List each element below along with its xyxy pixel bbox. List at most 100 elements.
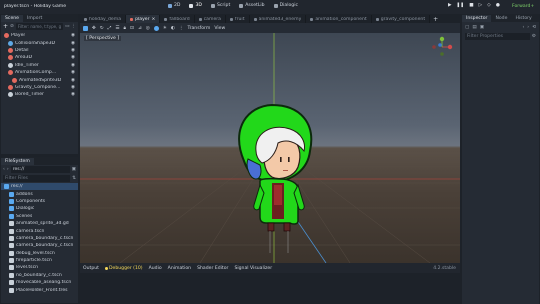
new-scene-tab-icon[interactable]: + <box>433 16 438 23</box>
play-icon[interactable]: ▶ <box>448 3 452 8</box>
forward-icon[interactable]: › <box>7 167 9 172</box>
scene-node[interactable]: Area3D ◉ <box>1 54 78 61</box>
select-tool-icon[interactable] <box>83 25 88 31</box>
transform-menu[interactable]: Transform <box>187 26 210 31</box>
visibility-icon[interactable]: ◉ <box>71 41 75 46</box>
tab-history[interactable]: History <box>511 15 535 22</box>
visibility-icon[interactable]: ◉ <box>71 48 75 53</box>
tab-script[interactable]: Script <box>210 3 230 8</box>
visibility-icon[interactable]: ◉ <box>71 85 75 90</box>
fs-file[interactable]: debug_level.tscn <box>1 250 78 257</box>
scene-node[interactable]: Bored_Timer ◉ <box>1 91 78 98</box>
scene-node[interactable]: AnimationComp... ◉ <box>1 69 78 76</box>
sort-icon[interactable]: ⇅ <box>72 176 76 181</box>
fs-folder[interactable]: res:// <box>1 183 78 191</box>
scene-tab[interactable]: fallboard <box>160 15 195 23</box>
perspective-menu[interactable]: [ Perspective ] <box>84 36 122 41</box>
save-resource-icon[interactable]: ▣ <box>480 25 484 30</box>
scene-tab[interactable]: animated3_enemy <box>250 15 307 23</box>
view-menu[interactable]: View <box>214 26 225 31</box>
visibility-icon[interactable]: ◉ <box>71 33 75 38</box>
visibility-icon[interactable]: ◉ <box>71 63 75 68</box>
fs-filter-input[interactable]: Filter Files <box>3 175 71 182</box>
fs-file[interactable]: animated_sprite_3d.gd <box>1 220 78 227</box>
visibility-icon[interactable]: ◉ <box>71 70 75 75</box>
fs-file[interactable]: camera_boundary_c.tscn <box>1 235 78 242</box>
fs-file[interactable]: PlaceHolder_Front.tres <box>1 286 78 293</box>
tab-animation[interactable]: Animation <box>168 266 191 271</box>
tab-assetlib[interactable]: AssetLib <box>239 3 265 8</box>
tab-inspector[interactable]: Inspector <box>462 15 492 22</box>
pause-icon[interactable]: ❚❚ <box>457 3 465 8</box>
scene-filter-input[interactable]: Filter: name, t:type, g <box>15 23 64 30</box>
local-space-icon[interactable]: ◎ <box>146 26 150 31</box>
scene-tab[interactable]: holiday_dema <box>80 15 127 23</box>
ruler-icon[interactable]: ⊿ <box>138 26 142 31</box>
play-scene-icon[interactable]: ▷ <box>479 3 483 8</box>
history-icon[interactable]: ⟲ <box>532 25 536 30</box>
visibility-icon[interactable]: ◉ <box>71 78 75 83</box>
scene-tab[interactable]: animation_component <box>306 15 372 23</box>
fs-file[interactable]: level.tscn <box>1 264 78 271</box>
lock-icon[interactable]: 🔒︎ <box>124 25 126 31</box>
play-custom-icon[interactable]: ◇ <box>487 3 491 8</box>
scene-tab[interactable]: gravity_component <box>372 15 431 23</box>
visibility-icon[interactable]: ◉ <box>71 55 75 60</box>
tab-filesystem[interactable]: FileSystem <box>1 158 34 165</box>
close-tab-icon[interactable]: × <box>152 17 156 22</box>
fs-folder[interactable]: addons <box>1 190 78 197</box>
renderer-select[interactable]: Forward+ <box>512 4 534 9</box>
inspector-options-icon[interactable]: ⚙ <box>532 34 536 39</box>
scene-node[interactable]: AnimatedSprite3D ◉ <box>1 76 78 83</box>
tab-output[interactable]: Output <box>83 266 99 271</box>
scene-tab[interactable]: fruit <box>226 15 250 23</box>
add-node-icon[interactable]: + <box>3 23 8 30</box>
fs-file[interactable]: fireparticle.tscn <box>1 257 78 264</box>
fs-file[interactable]: movecable_aseang.tscn <box>1 279 78 286</box>
options-icon[interactable]: ⋮ <box>179 26 184 31</box>
snap-icon[interactable] <box>153 25 159 31</box>
fs-folder[interactable]: Scenes <box>1 213 78 220</box>
split-view-icon[interactable]: ▣ <box>72 167 76 172</box>
view-gizmo[interactable] <box>432 36 453 56</box>
open-resource-icon[interactable]: ▤ <box>472 25 476 30</box>
scale-tool-icon[interactable]: ⤢ <box>108 25 112 31</box>
fs-folder[interactable]: Dialogic <box>1 205 78 212</box>
move-tool-icon[interactable]: ✥ <box>92 26 96 31</box>
inspector-forward-icon[interactable]: › <box>527 25 529 30</box>
scene-tab[interactable]: player × <box>126 15 161 23</box>
property-filter-input[interactable]: Filter Properties <box>465 33 530 40</box>
stop-icon[interactable]: ■ <box>469 3 473 8</box>
tab-node[interactable]: Node <box>491 15 511 22</box>
script-attach-icon[interactable]: ▭ <box>65 24 69 29</box>
fs-path-input[interactable]: res:// <box>10 166 70 173</box>
tab-audio[interactable]: Audio <box>149 266 162 271</box>
fs-folder[interactable]: Components <box>1 198 78 205</box>
scene-node[interactable]: CollisionShape3D ◉ <box>1 39 78 46</box>
link-icon[interactable]: ⊘ <box>10 24 14 29</box>
visibility-icon[interactable]: ◉ <box>71 92 75 97</box>
tab-2d[interactable]: 2D <box>168 3 180 8</box>
scene-node[interactable]: Player ◉ <box>1 32 78 39</box>
fs-file[interactable]: no_boundary_c.tscn <box>1 272 78 279</box>
list-select-icon[interactable]: ☰ <box>115 26 119 31</box>
sun-icon[interactable]: ☀ <box>163 26 167 31</box>
environment-icon[interactable]: ◐ <box>171 26 175 31</box>
tab-import[interactable]: Import <box>23 15 46 22</box>
inspector-back-icon[interactable]: ‹ <box>522 25 524 30</box>
scene-node[interactable]: Idle_Timer ◉ <box>1 62 78 69</box>
new-resource-icon[interactable]: ▢ <box>465 25 469 30</box>
fs-file[interactable]: camera.tscn <box>1 227 78 234</box>
scene-node[interactable]: Detail ◉ <box>1 47 78 54</box>
tab-dialogic[interactable]: Dialogic <box>273 3 298 8</box>
tab-scene[interactable]: Scene <box>1 15 24 22</box>
movie-icon[interactable]: ● <box>496 3 500 8</box>
menu-icon[interactable]: ⋮ <box>71 24 76 29</box>
group-icon[interactable]: ⊡ <box>130 26 134 31</box>
fs-file[interactable]: camera_boundary_c.tscn <box>1 242 78 249</box>
tab-debugger[interactable]: Debugger (10) <box>104 266 143 271</box>
tab-shader-editor[interactable]: Shader Editor <box>197 266 228 271</box>
back-icon[interactable]: ‹ <box>3 167 5 172</box>
tab-signal-visualizer[interactable]: Signal Visualizer <box>234 266 272 271</box>
3d-viewport[interactable]: [ Perspective ] <box>80 33 460 263</box>
